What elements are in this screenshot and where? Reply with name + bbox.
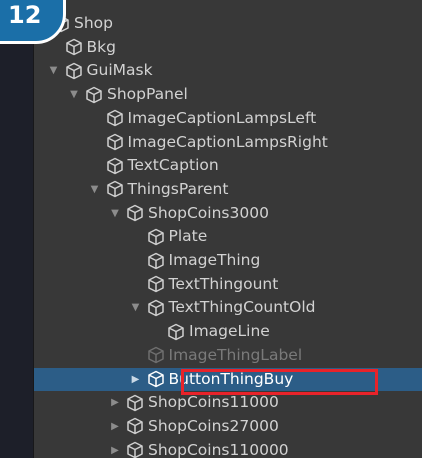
cube-icon	[106, 180, 124, 198]
cube-icon	[126, 417, 144, 435]
triangle-down-icon[interactable]: ▼	[67, 83, 81, 106]
hierarchy-item-label: Shop	[74, 14, 113, 32]
hierarchy-item-label: ImageThingLabel	[168, 345, 303, 364]
hierarchy-item[interactable]: ▶ImageThing	[34, 249, 422, 272]
triangle-right-icon[interactable]: ▶	[108, 439, 122, 458]
hierarchy-item-label: TextThingount	[168, 274, 279, 293]
hierarchy-item[interactable]: ▶Bkg	[34, 36, 422, 59]
hierarchy-item[interactable]: ▶ImageCaptionLampsLeft	[34, 107, 422, 130]
hierarchy-item[interactable]: ▼ GuiMask	[34, 59, 422, 82]
cube-icon	[65, 62, 83, 80]
cube-icon	[147, 275, 165, 293]
hierarchy-item-label: ShopCoins110000	[148, 440, 289, 458]
left-dock-strip	[0, 0, 34, 458]
hierarchy-item[interactable]: ▼ ThingsParent	[34, 178, 422, 201]
hierarchy-item-label: ButtonThingBuy	[168, 369, 294, 388]
cube-icon	[106, 109, 124, 127]
triangle-right-icon[interactable]: ▶	[108, 391, 122, 414]
hierarchy-item[interactable]: ▼ TextThingCountOld	[34, 296, 422, 319]
hierarchy-item[interactable]: ▶ ShopCoins11000	[34, 391, 422, 414]
cube-icon	[65, 38, 83, 56]
hierarchy-item-label: TextThingCountOld	[168, 298, 316, 317]
hierarchy-item[interactable]: ▶ImageThingLabel	[34, 344, 422, 367]
hierarchy-item-label: TextCaption	[127, 156, 219, 175]
hierarchy-item-label: GuiMask	[86, 61, 153, 80]
cube-icon	[126, 394, 144, 412]
cube-icon	[167, 323, 185, 341]
step-badge-number: 12	[8, 1, 42, 29]
cube-icon	[147, 252, 165, 270]
hierarchy-item[interactable]: ▶ ButtonThingBuy	[34, 367, 422, 391]
cube-icon	[147, 346, 165, 364]
hierarchy-item-label: ShopCoins3000	[148, 203, 269, 222]
cube-icon	[126, 441, 144, 458]
hierarchy-item[interactable]: ▶TextCaption	[34, 154, 422, 177]
triangle-down-icon[interactable]: ▼	[108, 202, 122, 225]
cube-icon	[147, 370, 165, 388]
hierarchy-item-label: ImageCaptionLampsLeft	[127, 108, 317, 127]
hierarchy-item[interactable]: ▶Plate	[34, 225, 422, 248]
cube-icon	[106, 157, 124, 175]
hierarchy-item[interactable]: ▼ ShopCoins3000	[34, 202, 422, 225]
hierarchy-item[interactable]: ▼ ShopPanel	[34, 83, 422, 106]
hierarchy-item[interactable]: ▶TextThingount	[34, 273, 422, 296]
triangle-right-icon[interactable]: ▶	[129, 368, 143, 391]
hierarchy-item-label: ImageLine	[189, 322, 270, 341]
hierarchy-item[interactable]: ▶ ShopCoins110000	[34, 439, 422, 458]
hierarchy-item-label: ShopCoins11000	[148, 393, 279, 412]
hierarchy-item[interactable]: ▶Shop	[34, 12, 422, 35]
hierarchy-item[interactable]: ▶ImageLine	[34, 320, 422, 343]
hierarchy-item-label: Bkg	[86, 37, 116, 56]
triangle-down-icon[interactable]: ▼	[47, 59, 61, 82]
triangle-down-icon[interactable]: ▼	[88, 178, 102, 201]
hierarchy-item-label: Plate	[168, 227, 208, 246]
triangle-right-icon[interactable]: ▶	[108, 415, 122, 438]
hierarchy-item-label: ThingsParent	[127, 179, 229, 198]
triangle-down-icon[interactable]: ▼	[129, 296, 143, 319]
cube-icon	[147, 299, 165, 317]
hierarchy-item-label: ImageCaptionLampsRight	[127, 132, 328, 151]
cube-icon	[106, 133, 124, 151]
cube-icon	[147, 228, 165, 246]
cube-icon	[126, 204, 144, 222]
hierarchy-panel[interactable]: ▶Shop▶Bkg▼GuiMask▼ShopPanel▶ImageCaption…	[34, 0, 422, 458]
hierarchy-item-label: ShopPanel	[107, 85, 188, 104]
hierarchy-item-label: ShopCoins27000	[148, 416, 279, 435]
hierarchy-item-label: ImageThing	[168, 251, 261, 269]
hierarchy-item[interactable]: ▶ ShopCoins27000	[34, 415, 422, 438]
hierarchy-item[interactable]: ▶ImageCaptionLampsRight	[34, 131, 422, 154]
cube-icon	[85, 86, 103, 104]
